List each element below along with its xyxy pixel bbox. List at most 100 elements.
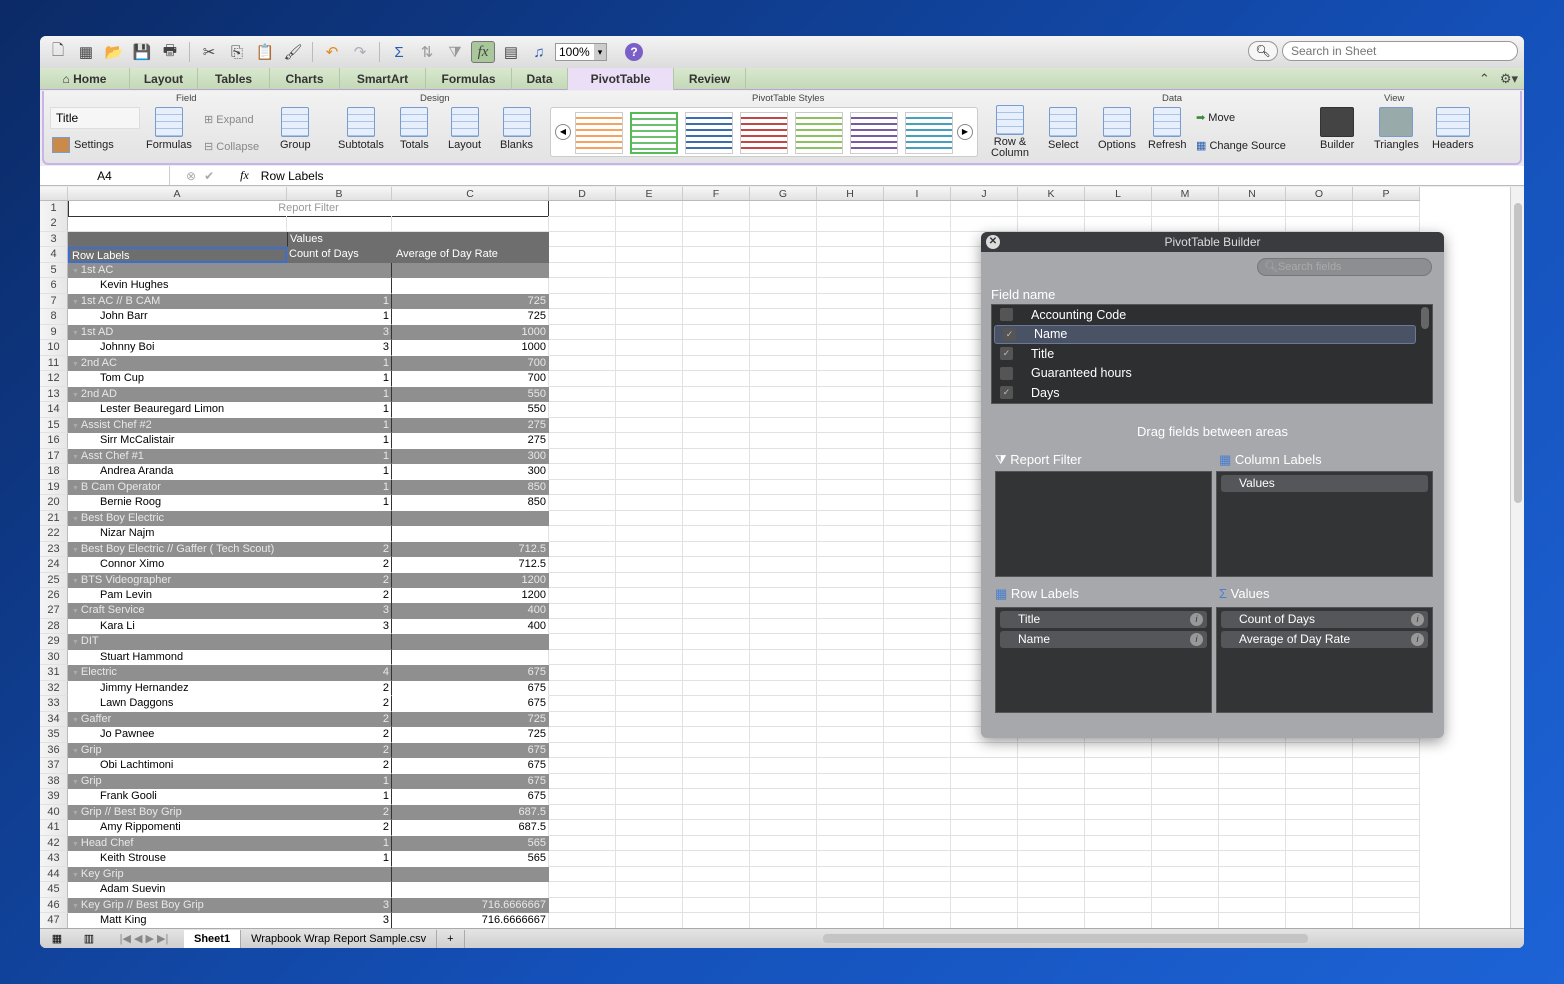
row-header[interactable]: 12: [40, 371, 68, 387]
cell[interactable]: [549, 882, 616, 898]
cell[interactable]: Amy Rippomenti: [68, 820, 287, 836]
column-header-a[interactable]: A: [68, 187, 287, 200]
cell[interactable]: [884, 680, 951, 697]
cell[interactable]: Jo Pawnee: [68, 727, 287, 743]
cell[interactable]: [683, 804, 750, 821]
cell[interactable]: [817, 789, 884, 805]
cell[interactable]: Pam Levin: [68, 588, 287, 604]
cell[interactable]: [750, 696, 817, 712]
cell[interactable]: [951, 866, 1018, 883]
cell[interactable]: [616, 557, 683, 573]
cell[interactable]: [817, 231, 884, 248]
cell[interactable]: [750, 262, 817, 279]
cell[interactable]: [549, 201, 616, 217]
area-field-chip[interactable]: Average of Day Rate i: [1221, 631, 1428, 648]
enter-icon[interactable]: ✔: [204, 169, 214, 183]
cell[interactable]: [817, 247, 884, 263]
cell[interactable]: [750, 557, 817, 573]
cell[interactable]: [616, 526, 683, 542]
cell[interactable]: [750, 371, 817, 387]
cell[interactable]: [1152, 820, 1219, 836]
column-header-e[interactable]: E: [616, 187, 683, 200]
gallery-icon[interactable]: ▦: [74, 41, 98, 63]
cell[interactable]: [1085, 742, 1152, 759]
builder-button[interactable]: Builder: [1320, 107, 1354, 151]
cell[interactable]: [1286, 804, 1353, 821]
cell[interactable]: [1018, 820, 1085, 836]
cell[interactable]: [616, 618, 683, 635]
cell[interactable]: 1: [287, 371, 392, 387]
cell[interactable]: [750, 665, 817, 681]
cell[interactable]: [1219, 742, 1286, 759]
cell[interactable]: [750, 758, 817, 774]
sheet-nav-icon[interactable]: |◀ ◀ ▶ ▶|: [104, 932, 184, 945]
cell[interactable]: [683, 680, 750, 697]
cell[interactable]: 675: [392, 773, 549, 790]
triangles-button[interactable]: Triangles: [1374, 107, 1419, 151]
row-header[interactable]: 7: [40, 293, 68, 310]
cell[interactable]: [1353, 851, 1420, 867]
cell[interactable]: 850: [392, 495, 549, 511]
cell[interactable]: [1085, 897, 1152, 914]
cell[interactable]: [1286, 758, 1353, 774]
cell[interactable]: [817, 355, 884, 372]
cell[interactable]: 675: [392, 696, 549, 712]
cell[interactable]: Head Chef: [68, 835, 287, 852]
cell[interactable]: 1st AD: [68, 324, 287, 341]
cell[interactable]: [683, 371, 750, 387]
column-header-l[interactable]: L: [1085, 187, 1152, 200]
cell[interactable]: 2: [287, 804, 392, 821]
cell[interactable]: [549, 913, 616, 928]
cell[interactable]: 1: [287, 479, 392, 496]
row-labels-area[interactable]: Title i Name i: [995, 607, 1212, 713]
report-filter-cell[interactable]: Report Filter: [68, 201, 549, 217]
row-header[interactable]: 23: [40, 541, 68, 558]
cell[interactable]: [1018, 742, 1085, 759]
field-checkbox[interactable]: ✓: [1000, 386, 1013, 400]
cell[interactable]: [683, 773, 750, 790]
search-fields-input[interactable]: 🔍︎Search fields: [1257, 258, 1432, 276]
cell[interactable]: 3: [287, 340, 392, 356]
cell[interactable]: [1152, 773, 1219, 790]
field-item[interactable]: ✓ Name: [994, 324, 1416, 344]
cell[interactable]: [68, 216, 287, 232]
cell[interactable]: Connor Ximo: [68, 557, 287, 573]
cell[interactable]: [1353, 820, 1420, 836]
cell[interactable]: 2: [287, 572, 392, 589]
cell[interactable]: Row Labels: [68, 247, 287, 263]
row-header[interactable]: 27: [40, 603, 68, 619]
cell[interactable]: [549, 510, 616, 527]
cell[interactable]: [1085, 789, 1152, 805]
cell[interactable]: [1152, 882, 1219, 898]
cell[interactable]: [884, 742, 951, 759]
cell[interactable]: [1018, 913, 1085, 928]
cell[interactable]: 1: [287, 789, 392, 805]
cell[interactable]: [951, 835, 1018, 852]
cell[interactable]: [616, 231, 683, 248]
cell[interactable]: [1152, 835, 1219, 852]
cell[interactable]: [549, 495, 616, 511]
cell[interactable]: [817, 866, 884, 883]
row-header[interactable]: 42: [40, 835, 68, 852]
cell[interactable]: [884, 371, 951, 387]
cell[interactable]: [817, 479, 884, 496]
cell[interactable]: [884, 804, 951, 821]
filter-icon[interactable]: ⧩: [443, 41, 467, 63]
cell[interactable]: [683, 402, 750, 418]
column-header-j[interactable]: J: [951, 187, 1018, 200]
cell[interactable]: [1219, 897, 1286, 914]
cell[interactable]: [549, 696, 616, 712]
cell[interactable]: [616, 742, 683, 759]
cell[interactable]: Lester Beauregard Limon: [68, 402, 287, 418]
cell[interactable]: [549, 386, 616, 403]
cell[interactable]: [1286, 820, 1353, 836]
cell[interactable]: Average of Day Rate: [392, 247, 549, 263]
tab-formulas[interactable]: Formulas: [426, 68, 512, 90]
cell[interactable]: [549, 665, 616, 681]
cell[interactable]: Jimmy Hernandez: [68, 680, 287, 697]
row-header[interactable]: 8: [40, 309, 68, 325]
cell[interactable]: [750, 541, 817, 558]
cell[interactable]: 1200: [392, 588, 549, 604]
cell[interactable]: [750, 711, 817, 728]
area-field-chip[interactable]: Count of Days i: [1221, 611, 1428, 628]
